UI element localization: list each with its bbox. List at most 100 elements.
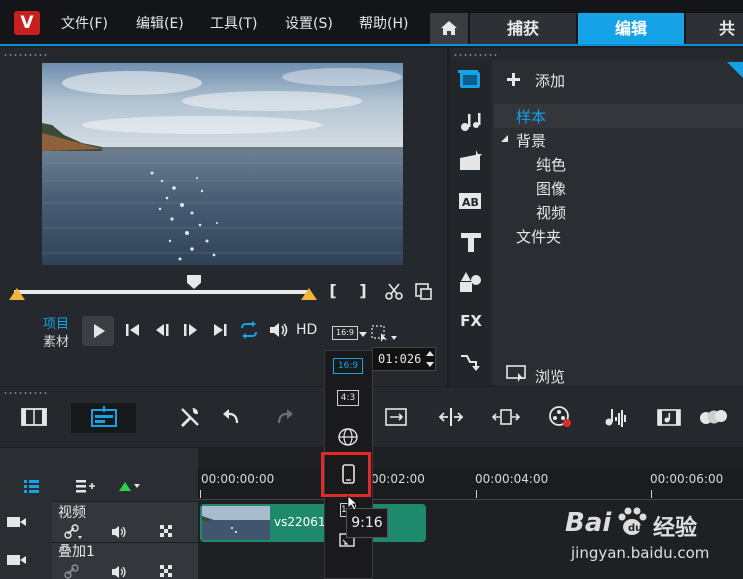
- ratio-option-16-9[interactable]: 16:9: [333, 358, 363, 382]
- plus-icon[interactable]: [506, 72, 522, 88]
- svg-text:du: du: [628, 523, 642, 534]
- tree-item-sample[interactable]: 样本: [516, 106, 546, 127]
- video-clip[interactable]: vs22061: [200, 504, 426, 542]
- menu-tools[interactable]: 工具(T): [210, 13, 257, 33]
- aspect-ratio-button[interactable]: 16:9: [332, 326, 358, 340]
- timecode-stepper[interactable]: [425, 348, 435, 370]
- play-button[interactable]: [82, 316, 114, 346]
- ratio-option-4-3[interactable]: 4:3: [333, 390, 363, 414]
- panel-corner-indicator: [727, 62, 743, 78]
- motion-tracking-icon[interactable]: [698, 405, 728, 429]
- tab-capture[interactable]: 捕获: [470, 13, 576, 44]
- mode-clip[interactable]: 素材: [43, 331, 69, 350]
- snapshot-icon[interactable]: [414, 282, 434, 302]
- tree-item-background[interactable]: 背景: [516, 130, 546, 151]
- ruler-tick-2: 00:00:04:00: [475, 472, 549, 486]
- tree-item-image[interactable]: 图像: [536, 178, 566, 199]
- media-icon[interactable]: [456, 66, 486, 94]
- home-tab[interactable]: [430, 13, 468, 44]
- overlay-track-icon[interactable]: [6, 552, 28, 568]
- ruler-mark: [651, 490, 652, 498]
- tab-edit[interactable]: 编辑: [578, 13, 684, 44]
- stretch-icon[interactable]: [492, 406, 520, 428]
- link-icon[interactable]: [64, 564, 84, 579]
- menu-edit[interactable]: 编辑(E): [136, 13, 184, 33]
- library-grip[interactable]: [453, 53, 498, 57]
- filter-icon[interactable]: FX: [456, 306, 486, 336]
- preview-window[interactable]: [42, 63, 403, 265]
- paw-logo-icon: du: [618, 507, 647, 535]
- watermark-brand-2: 经验: [653, 516, 698, 541]
- timecode-value: 01:026: [378, 352, 422, 366]
- timeline-grip[interactable]: [3, 391, 48, 395]
- scissors-icon[interactable]: [384, 282, 404, 302]
- auto-music-icon[interactable]: [656, 405, 682, 429]
- fit-project-icon[interactable]: [384, 406, 408, 428]
- graphics-icon[interactable]: [456, 268, 486, 296]
- undo-icon[interactable]: [220, 406, 242, 428]
- trim-start-handle[interactable]: [9, 288, 25, 300]
- ratio-tooltip: 9:16: [346, 508, 388, 538]
- track-volume-icon[interactable]: [110, 525, 130, 539]
- browse-icon[interactable]: [506, 364, 528, 382]
- transition-icon[interactable]: AB: [456, 187, 486, 215]
- transparency-icon[interactable]: [160, 525, 174, 539]
- redo-icon[interactable]: [274, 406, 296, 428]
- ratio-option-360[interactable]: [333, 426, 363, 450]
- track-name-overlay[interactable]: 叠加1: [58, 541, 95, 561]
- ruler-tick-0: 00:00:00:00: [201, 472, 275, 486]
- tree-item-folder[interactable]: 文件夹: [516, 226, 561, 247]
- baidu-watermark: Bai du 经验 jingyan.baidu.com: [565, 500, 743, 579]
- track-manager-icon[interactable]: [22, 477, 44, 495]
- repeat-icon[interactable]: [238, 320, 260, 340]
- title-icon[interactable]: [456, 228, 486, 256]
- trim-end-handle[interactable]: [301, 288, 317, 300]
- watermark-url: jingyan.baidu.com: [571, 544, 710, 562]
- menu-file[interactable]: 文件(F): [61, 13, 108, 33]
- mark-out-button[interactable]: ]: [356, 281, 370, 300]
- scrub-bar[interactable]: [14, 290, 310, 294]
- track-name-video[interactable]: 视频: [58, 502, 86, 522]
- tree-item-video[interactable]: 视频: [536, 202, 566, 223]
- mark-in-button[interactable]: [: [326, 281, 340, 300]
- path-icon[interactable]: [456, 348, 486, 376]
- panel-grip[interactable]: [3, 53, 48, 57]
- home-start-icon[interactable]: [124, 321, 142, 339]
- ruler-mark: [200, 490, 201, 498]
- clip-thumbnail: [202, 506, 270, 540]
- hd-toggle[interactable]: HD: [296, 322, 317, 338]
- app-window: V 文件(F) 编辑(E) 工具(T) 设置(S) 帮助(H) 捕获 编辑 共享: [0, 0, 743, 579]
- selection-highlight: [321, 452, 371, 497]
- storyboard-view-icon[interactable]: [20, 406, 48, 428]
- instant-project-icon[interactable]: [456, 148, 486, 176]
- crop-select-icon[interactable]: [371, 324, 399, 344]
- volume-icon[interactable]: [268, 321, 290, 339]
- video-track-icon[interactable]: [6, 514, 28, 530]
- add-track-icon[interactable]: [74, 477, 96, 495]
- globe-360-icon: [338, 428, 358, 446]
- add-folder-button[interactable]: 添加: [535, 70, 565, 91]
- link-icon[interactable]: [64, 524, 84, 540]
- split-icon[interactable]: [438, 406, 464, 428]
- caret-expanded-icon[interactable]: [500, 134, 510, 144]
- tools-icon[interactable]: [178, 405, 202, 429]
- tab-share[interactable]: 共享: [686, 13, 743, 44]
- audio-mixer-icon[interactable]: [602, 405, 628, 429]
- timeline-view-button[interactable]: [71, 403, 136, 433]
- chevron-down-icon[interactable]: [359, 332, 367, 338]
- track-volume-icon[interactable]: [110, 565, 130, 579]
- transparency-icon[interactable]: [160, 565, 174, 579]
- tree-item-color[interactable]: 纯色: [536, 154, 566, 175]
- play-icon: [94, 324, 105, 338]
- menu-settings[interactable]: 设置(S): [285, 13, 333, 33]
- record-capture-icon[interactable]: [548, 405, 574, 429]
- ratio-4-3-label: 4:3: [337, 390, 359, 406]
- chapter-marker-icon[interactable]: [117, 479, 141, 493]
- mode-project[interactable]: 项目: [43, 313, 69, 332]
- audio-icon[interactable]: [456, 108, 486, 136]
- menu-help[interactable]: 帮助(H): [359, 13, 408, 33]
- next-frame-icon[interactable]: [181, 321, 199, 339]
- end-icon[interactable]: [211, 321, 229, 339]
- browse-button[interactable]: 浏览: [535, 366, 565, 387]
- previous-frame-icon[interactable]: [154, 321, 172, 339]
